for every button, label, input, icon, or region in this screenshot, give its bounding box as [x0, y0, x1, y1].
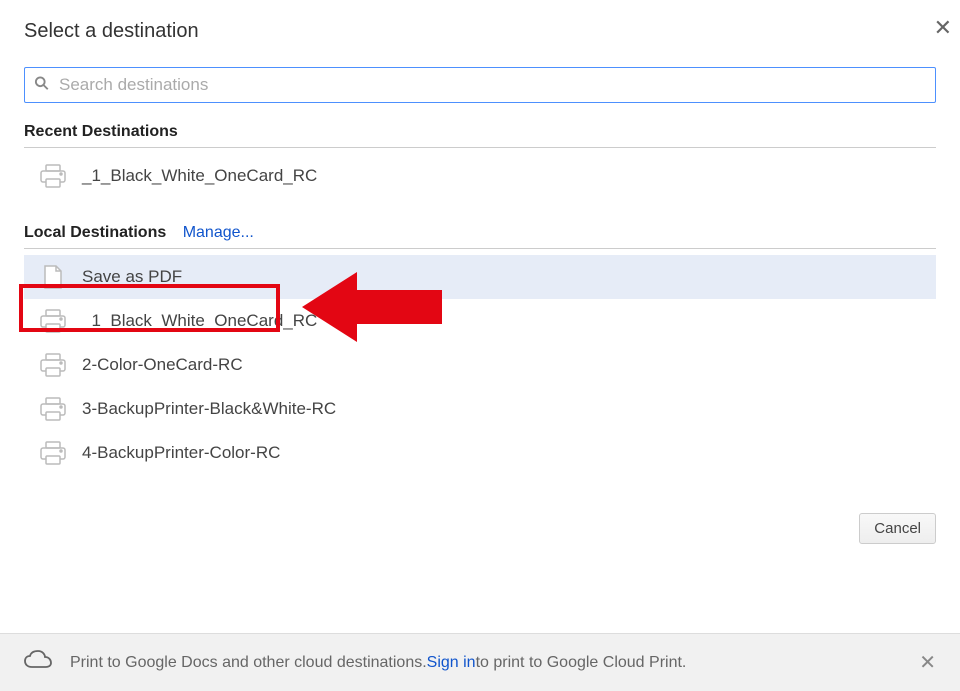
- dialog-title: Select a destination: [24, 20, 199, 43]
- close-icon[interactable]: ✕: [930, 15, 956, 41]
- destination-label: _1_Black_White_OneCard_RC: [82, 166, 317, 186]
- recent-destination-item[interactable]: _1_Black_White_OneCard_RC: [24, 154, 936, 198]
- local-destination-item[interactable]: 3-BackupPrinter-Black&White-RC: [24, 387, 936, 431]
- local-destinations-header-text: Local Destinations: [24, 224, 166, 241]
- local-destination-item[interactable]: _1_Black_White_OneCard_RC: [24, 299, 936, 343]
- local-destination-save-as-pdf[interactable]: Save as PDF: [24, 255, 936, 299]
- cloud-icon: [24, 650, 52, 675]
- local-destination-item[interactable]: 4-BackupPrinter-Color-RC: [24, 431, 936, 475]
- printer-icon: [38, 164, 68, 188]
- cloud-print-banner: Print to Google Docs and other cloud des…: [0, 633, 960, 691]
- destination-label: 2-Color-OneCard-RC: [82, 355, 243, 375]
- local-destination-item[interactable]: 2-Color-OneCard-RC: [24, 343, 936, 387]
- close-icon[interactable]: ✕: [919, 650, 936, 675]
- printer-icon: [38, 353, 68, 377]
- printer-icon: [38, 309, 68, 333]
- cloud-banner-text-before: Print to Google Docs and other cloud des…: [70, 654, 427, 672]
- printer-icon: [38, 441, 68, 465]
- manage-link[interactable]: Manage...: [183, 224, 254, 241]
- destination-label: 4-BackupPrinter-Color-RC: [82, 443, 280, 463]
- sign-in-link[interactable]: Sign in: [427, 654, 476, 672]
- recent-destinations-header: Recent Destinations: [24, 123, 936, 148]
- document-icon: [38, 265, 68, 289]
- destination-label: _1_Black_White_OneCard_RC: [82, 311, 317, 331]
- destination-label: Save as PDF: [82, 267, 182, 287]
- destination-label: 3-BackupPrinter-Black&White-RC: [82, 399, 336, 419]
- search-icon: [34, 76, 49, 95]
- local-destinations-header: Local Destinations Manage...: [24, 224, 936, 249]
- search-input[interactable]: [24, 67, 936, 103]
- cloud-banner-text-after: to print to Google Cloud Print.: [476, 654, 687, 672]
- printer-icon: [38, 397, 68, 421]
- cancel-button[interactable]: Cancel: [859, 513, 936, 544]
